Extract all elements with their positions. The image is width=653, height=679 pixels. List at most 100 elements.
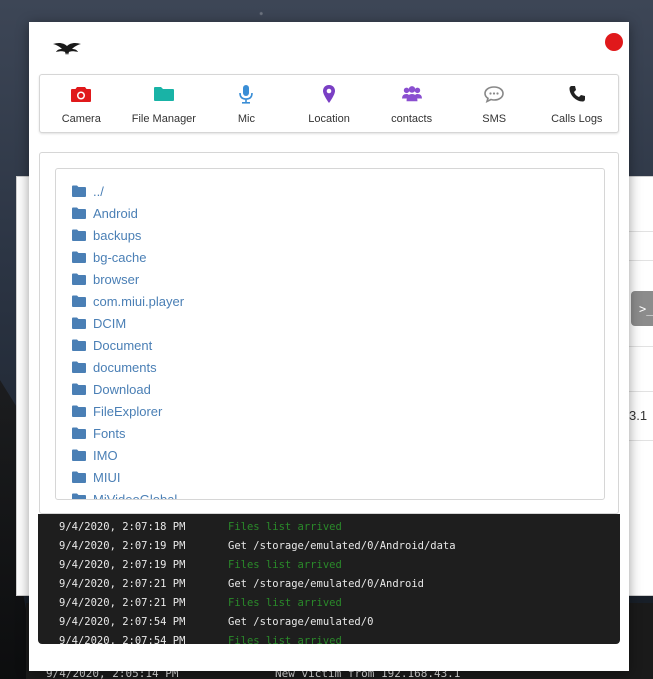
log-message: Get /storage/emulated/0/Android/data — [228, 540, 456, 552]
victim-modal: Camera File Manager Mic Location contact… — [29, 22, 629, 671]
log-row: 9/4/2020, 2:07:21 PM Get /storage/emulat… — [38, 576, 620, 595]
folder-item[interactable]: Android — [72, 202, 604, 224]
folder-item[interactable]: Fonts — [72, 422, 604, 444]
folder-icon — [72, 339, 86, 351]
close-button[interactable] — [605, 33, 623, 51]
camera-icon — [71, 87, 92, 102]
folder-icon — [72, 229, 86, 241]
log-console[interactable]: 9/4/2020, 2:07:18 PM Files list arrived … — [38, 514, 620, 644]
log-timestamp: 9/4/2020, 2:07:19 PM — [59, 540, 186, 552]
folder-name: IMO — [93, 447, 118, 463]
comment-icon — [484, 86, 504, 104]
folder-icon — [72, 273, 86, 285]
folder-icon — [72, 361, 86, 373]
tab-label: File Manager — [131, 113, 196, 125]
log-message: Files list arrived — [228, 559, 342, 571]
folder-item[interactable]: Document — [72, 334, 604, 356]
tab-contacts[interactable]: contacts — [370, 75, 453, 132]
folder-item[interactable]: com.miui.player — [72, 290, 604, 312]
folder-item[interactable]: ../ — [72, 180, 604, 202]
tab-camera[interactable]: Camera — [40, 75, 123, 132]
folder-item[interactable]: backups — [72, 224, 604, 246]
tab-label: Calls Logs — [551, 113, 603, 125]
folder-icon — [72, 295, 86, 307]
phone-icon — [569, 86, 585, 102]
folder-item[interactable]: Download — [72, 378, 604, 400]
folder-item[interactable]: bg-cache — [72, 246, 604, 268]
folder-name: browser — [93, 271, 140, 287]
feature-tabs: Camera File Manager Mic Location contact… — [39, 74, 619, 133]
background-terminal-button-label: >_ — [639, 301, 653, 316]
tab-label: Location — [308, 113, 350, 125]
folder-icon — [72, 427, 86, 439]
folder-name: MiVideoGlobal — [93, 491, 178, 500]
microphone-icon — [239, 85, 254, 104]
log-timestamp: 9/4/2020, 2:07:54 PM — [59, 635, 186, 644]
folder-name: MIUI — [93, 469, 121, 485]
folder-icon — [72, 185, 86, 197]
folder-item[interactable]: MIUI — [72, 466, 604, 488]
background-terminal-button[interactable]: >_ — [631, 291, 653, 326]
log-row: 9/4/2020, 2:07:21 PM Files list arrived — [38, 595, 620, 614]
tab-label: SMS — [482, 113, 507, 125]
folder-name: backups — [93, 227, 142, 243]
folder-icon — [153, 87, 174, 101]
log-message: Get /storage/emulated/0/Android — [228, 578, 424, 590]
log-row: 9/4/2020, 2:07:19 PM Get /storage/emulat… — [38, 538, 620, 557]
folder-icon — [72, 207, 86, 219]
tab-mic[interactable]: Mic — [205, 75, 288, 132]
folder-name: bg-cache — [93, 249, 147, 265]
users-icon — [401, 86, 422, 102]
folder-name: Document — [93, 337, 153, 353]
log-timestamp: 9/4/2020, 2:07:21 PM — [59, 578, 186, 590]
folder-item[interactable]: DCIM — [72, 312, 604, 334]
file-list[interactable]: ../ Android backups bg-cache browser com… — [55, 168, 605, 500]
folder-icon — [72, 493, 86, 499]
folder-icon — [72, 449, 86, 461]
log-message: Files list arrived — [228, 597, 342, 609]
folder-name: Android — [93, 205, 138, 221]
folder-item[interactable]: FileExplorer — [72, 400, 604, 422]
background-divider — [629, 440, 653, 441]
tab-sms[interactable]: SMS — [453, 75, 536, 132]
background-value-text: 3.1 — [629, 408, 648, 423]
log-timestamp: 9/4/2020, 2:07:54 PM — [59, 616, 186, 628]
folder-icon — [72, 471, 86, 483]
folder-item[interactable]: browser — [72, 268, 604, 290]
folder-icon — [72, 383, 86, 395]
folder-name: ../ — [93, 183, 104, 199]
log-row: 9/4/2020, 2:07:54 PM Files list arrived — [38, 633, 620, 644]
folder-item[interactable]: MiVideoGlobal — [72, 488, 604, 500]
background-divider — [629, 231, 653, 232]
tab-label: contacts — [391, 113, 433, 125]
folder-name: FileExplorer — [93, 403, 163, 419]
tab-label: Mic — [237, 113, 255, 125]
background-divider — [629, 260, 653, 261]
background-divider — [629, 346, 653, 347]
tab-calls-logs[interactable]: Calls Logs — [535, 75, 618, 132]
tab-location[interactable]: Location — [288, 75, 371, 132]
log-message: Get /storage/emulated/0 — [228, 616, 374, 628]
log-timestamp: 9/4/2020, 2:07:21 PM — [59, 597, 186, 609]
folder-name: Download — [93, 381, 151, 397]
folder-name: DCIM — [93, 315, 127, 331]
file-manager-panel: ../ Android backups bg-cache browser com… — [39, 152, 619, 514]
log-timestamp: 9/4/2020, 2:07:19 PM — [59, 559, 186, 571]
log-message: Files list arrived — [228, 635, 342, 644]
log-message: Files list arrived — [228, 521, 342, 533]
tab-label: Camera — [61, 113, 101, 125]
log-timestamp: 9/4/2020, 2:07:18 PM — [59, 521, 186, 533]
background-divider — [629, 391, 653, 392]
folder-icon — [72, 251, 86, 263]
folder-item[interactable]: documents — [72, 356, 604, 378]
folder-icon — [72, 317, 86, 329]
map-marker-icon — [323, 85, 336, 103]
tab-file-manager[interactable]: File Manager — [123, 75, 206, 132]
log-row: 9/4/2020, 2:07:18 PM Files list arrived — [38, 519, 620, 538]
folder-name: com.miui.player — [93, 293, 185, 309]
log-row: 9/4/2020, 2:07:54 PM Get /storage/emulat… — [38, 614, 620, 633]
raven-logo-icon — [53, 42, 81, 55]
folder-item[interactable]: IMO — [72, 444, 604, 466]
folder-name: Fonts — [93, 425, 126, 441]
log-row: 9/4/2020, 2:07:19 PM Files list arrived — [38, 557, 620, 576]
